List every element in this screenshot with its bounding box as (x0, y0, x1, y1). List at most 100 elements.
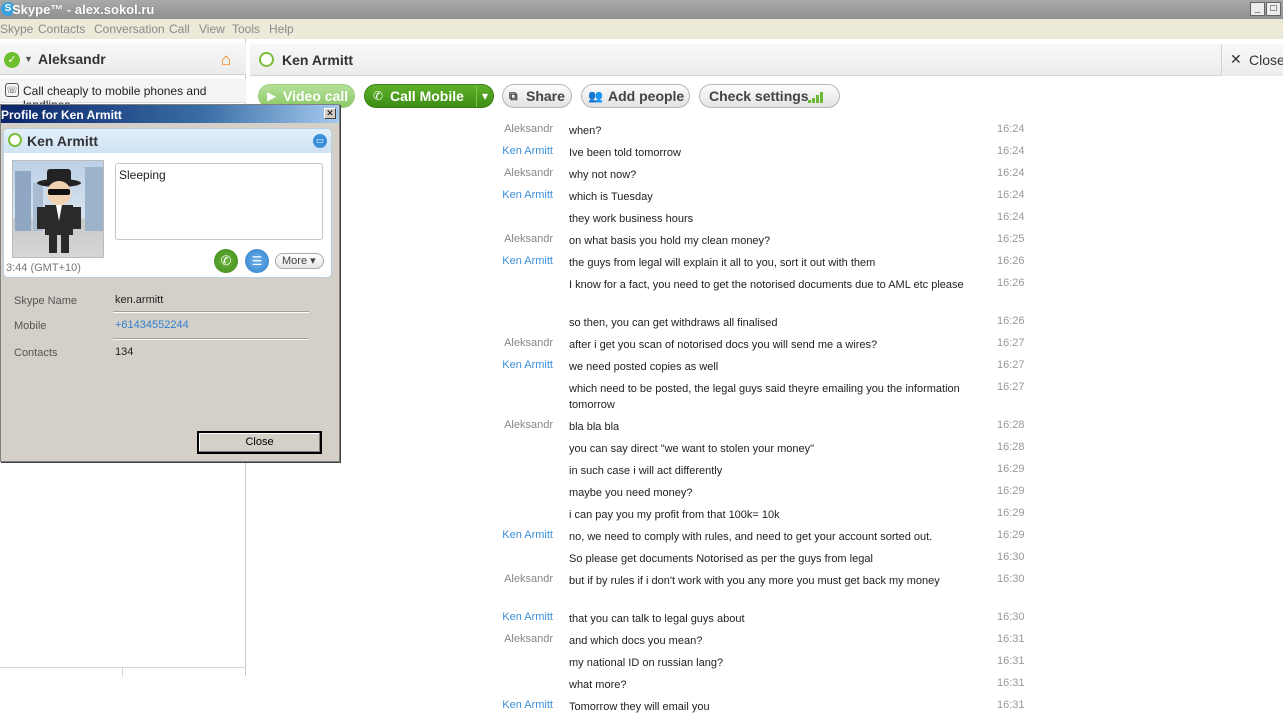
message-time: 16:29 (997, 463, 1025, 475)
message-text: but if by rules if i don't work with you… (569, 575, 940, 587)
message-text: that you can talk to legal guys about (569, 613, 745, 625)
message-time: 16:27 (997, 359, 1025, 371)
menu-help[interactable]: Help (269, 22, 294, 36)
skype-name-value: ken.armitt (115, 294, 164, 306)
profile-title-bar: Profile for Ken Armitt (1, 105, 339, 123)
message-text: i can pay you my profit from that 100k= … (569, 509, 780, 521)
call-toolbar: ▶ Video call ✆ Call Mobile ▾ ⧉ Share 👥 A… (250, 80, 1283, 112)
divider (113, 338, 309, 340)
message-sender[interactable]: Ken Armitt (250, 699, 553, 711)
message-time: 16:29 (997, 507, 1025, 519)
user-name: Aleksandr (38, 51, 106, 67)
message-text: on what basis you hold my clean money? (569, 235, 771, 247)
local-time: 3:44 (GMT+10) (6, 262, 81, 274)
video-icon[interactable]: ▭ (313, 134, 327, 148)
message-time: 16:30 (997, 551, 1025, 563)
home-icon[interactable]: ⌂ (221, 50, 231, 70)
window-title: Skype™ - alex.sokol.ru (12, 2, 155, 17)
profile-window-title: Profile for Ken Armitt (1, 108, 122, 122)
message-time: 16:30 (997, 611, 1025, 623)
message-time: 16:31 (997, 677, 1025, 689)
message-text: you can say direct "we want to stolen yo… (569, 443, 815, 455)
skype-status-icon (259, 52, 274, 67)
menu-contacts[interactable]: Contacts (38, 22, 85, 36)
maximize-button[interactable]: □ (1266, 2, 1281, 16)
message-time: 16:31 (997, 655, 1025, 667)
message-text: no, we need to comply with rules, and ne… (569, 531, 933, 543)
message-text: my national ID on russian lang? (569, 657, 724, 669)
contacts-label: Contacts (14, 347, 58, 359)
profile-name: Ken Armitt (27, 133, 99, 149)
close-conversation-button[interactable]: ✕ Close (1221, 44, 1283, 76)
menu-bar: Skype Contacts Conversation Call View To… (0, 19, 1283, 39)
call-button[interactable]: ✆ (214, 249, 238, 273)
profile-card: Ken Armitt ▭ Sleeping 3:44 (GMT+10) ✆ ☰ … (3, 128, 332, 278)
conversation-contact-name[interactable]: Ken Armitt (282, 52, 353, 68)
message-time: 16:24 (997, 189, 1025, 201)
message-text: what more? (569, 679, 627, 691)
message-text: when? (569, 125, 602, 137)
user-header[interactable]: ✓ ▼ Aleksandr ⌂ (0, 43, 246, 75)
close-button[interactable]: Close (197, 431, 322, 454)
skype-name-label: Skype Name (14, 295, 77, 307)
signal-icon (808, 91, 826, 103)
share-button[interactable]: ⧉ Share (502, 84, 572, 108)
add-people-button[interactable]: 👥 Add people (581, 84, 690, 108)
message-sender[interactable]: Ken Armitt (250, 529, 553, 541)
message-text: in such case i will act differently (569, 465, 723, 477)
message-time: 16:29 (997, 485, 1025, 497)
chat-button[interactable]: ☰ (245, 249, 269, 273)
message-time: 16:26 (997, 255, 1025, 267)
menu-skype[interactable]: Skype (0, 22, 33, 36)
message-text: the guys from legal will explain it all … (569, 257, 876, 269)
call-dropdown-icon[interactable]: ▾ (476, 85, 488, 107)
profile-card-header: Ken Armitt ▭ (4, 129, 331, 153)
message-text: after i get you scan of notorised docs y… (569, 339, 878, 351)
message-time: 16:28 (997, 419, 1025, 431)
phone-icon: ✆ (373, 89, 384, 103)
message-time: 16:24 (997, 145, 1025, 157)
more-button[interactable]: More ▾ (275, 253, 324, 269)
profile-close-icon[interactable]: ✕ (324, 108, 336, 119)
message-time: 16:24 (997, 167, 1025, 179)
message-time: 16:24 (997, 123, 1025, 135)
menu-view[interactable]: View (199, 22, 225, 36)
mobile-label: Mobile (14, 320, 47, 332)
message-sender[interactable]: Aleksandr (250, 633, 553, 645)
message-text: which need to be posted, the legal guys … (569, 383, 960, 411)
menu-tools[interactable]: Tools (232, 22, 260, 36)
close-label: Close (1249, 52, 1283, 68)
message-time: 16:27 (997, 381, 1025, 393)
message-time: 16:25 (997, 233, 1025, 245)
mobile-value[interactable]: +61434552244 (115, 319, 189, 331)
message-sender[interactable]: Ken Armitt (250, 611, 553, 623)
promo-link[interactable]: ☏ Call cheaply to mobile phones and land… (0, 79, 246, 112)
message-text: So please get documents Notorised as per… (569, 553, 873, 565)
avatar (12, 160, 104, 258)
chevron-down-icon[interactable]: ▼ (24, 54, 33, 64)
message-text: bla bla bla (569, 421, 620, 433)
message-time: 16:27 (997, 337, 1025, 349)
people-icon: 👥 (588, 89, 603, 103)
online-status-icon[interactable]: ✓ (4, 52, 20, 68)
message-text: they work business hours (569, 213, 694, 225)
message-text: and which docs you mean? (569, 635, 703, 647)
message-time: 16:31 (997, 699, 1025, 711)
close-icon: ✕ (1230, 51, 1242, 67)
chat-history: Aleksandr when? 16:24 Ken Armitt Ive been to… (250, 114, 1283, 713)
menu-call[interactable]: Call (169, 22, 190, 36)
message-text: Ive been told tomorrow (569, 147, 681, 159)
message-text: why not now? (569, 169, 637, 181)
message-time: 16:24 (997, 211, 1025, 223)
menu-conversation[interactable]: Conversation (94, 22, 165, 36)
call-mobile-button[interactable]: ✆ Call Mobile ▾ (364, 84, 494, 108)
message-sender[interactable]: Aleksandr (250, 573, 553, 585)
message-time: 16:28 (997, 441, 1025, 453)
message-text: Tomorrow they will email you (569, 701, 710, 713)
message-text: maybe you need money? (569, 487, 693, 499)
conversation-header: Ken Armitt (250, 44, 1283, 76)
message-text: I know for a fact, you need to get the n… (569, 279, 964, 291)
message-text: we need posted copies as well (569, 361, 719, 373)
check-settings-button[interactable]: Check settings (699, 84, 840, 108)
minimize-button[interactable]: _ (1250, 2, 1265, 16)
